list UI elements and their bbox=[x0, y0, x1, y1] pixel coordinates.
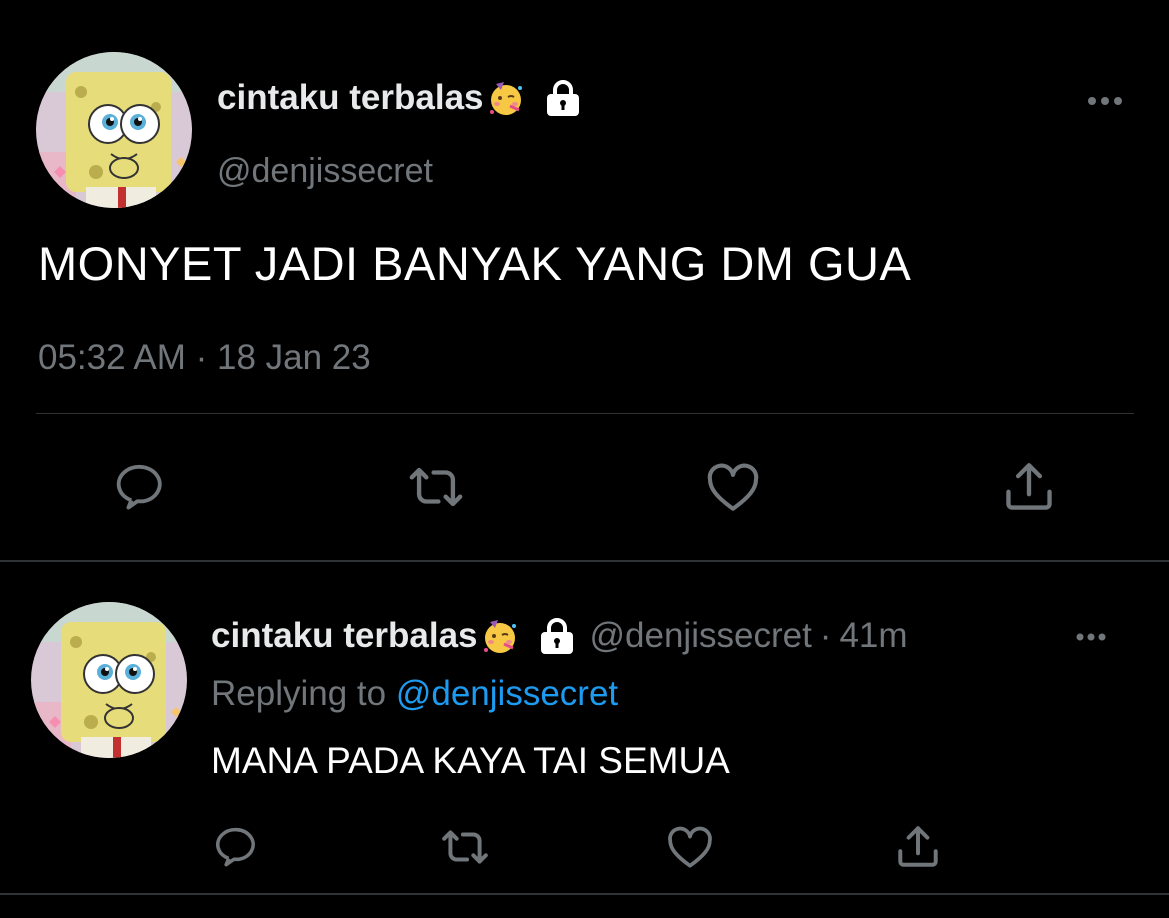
lock-icon bbox=[544, 80, 582, 116]
mention-link[interactable]: @denjissecret bbox=[396, 674, 618, 713]
retweet-icon[interactable] bbox=[404, 458, 468, 516]
avatar-image bbox=[31, 602, 187, 758]
like-icon[interactable] bbox=[665, 822, 715, 872]
share-icon[interactable] bbox=[893, 822, 943, 872]
handle[interactable]: @denjissecret bbox=[217, 152, 433, 191]
handle[interactable]: @denjissecret bbox=[590, 616, 812, 656]
like-icon[interactable] bbox=[704, 458, 762, 516]
separator: · bbox=[819, 616, 832, 655]
lock-icon bbox=[538, 618, 576, 654]
display-name[interactable]: cintaku terbalas bbox=[211, 616, 576, 656]
replying-prefix: Replying to bbox=[211, 674, 387, 713]
share-icon[interactable] bbox=[1000, 458, 1058, 516]
reply-icon[interactable] bbox=[112, 458, 170, 516]
display-name[interactable]: cintaku terbalas bbox=[217, 78, 582, 118]
reply-header: cintaku terbalas @denjissecret · 41m bbox=[211, 616, 908, 656]
tweet-age[interactable]: 41m bbox=[839, 616, 907, 656]
partying-face-emoji-icon bbox=[486, 78, 526, 118]
tweet-timestamp[interactable]: 05:32 AM · 18 Jan 23 bbox=[38, 338, 371, 378]
display-name-text: cintaku terbalas bbox=[217, 78, 484, 117]
more-options-icon[interactable] bbox=[1072, 626, 1110, 648]
avatar-image bbox=[36, 52, 192, 208]
divider bbox=[0, 893, 1169, 895]
partying-face-emoji-icon bbox=[480, 616, 520, 656]
tweet-text: MANA PADA KAYA TAI SEMUA bbox=[211, 740, 730, 781]
display-name-text: cintaku terbalas bbox=[211, 616, 478, 655]
tweet-text: MONYET JADI BANYAK YANG DM GUA bbox=[38, 237, 912, 290]
tweet-thread: cintaku terbalas @denjissecret MONYET JA… bbox=[0, 0, 1169, 918]
reply-icon[interactable] bbox=[212, 822, 262, 872]
avatar[interactable] bbox=[31, 602, 187, 758]
divider bbox=[0, 560, 1169, 562]
retweet-icon[interactable] bbox=[437, 822, 493, 872]
replying-to: Replying to @denjissecret bbox=[211, 674, 618, 714]
divider bbox=[36, 413, 1134, 414]
avatar[interactable] bbox=[36, 52, 192, 208]
more-options-icon[interactable] bbox=[1082, 86, 1128, 116]
